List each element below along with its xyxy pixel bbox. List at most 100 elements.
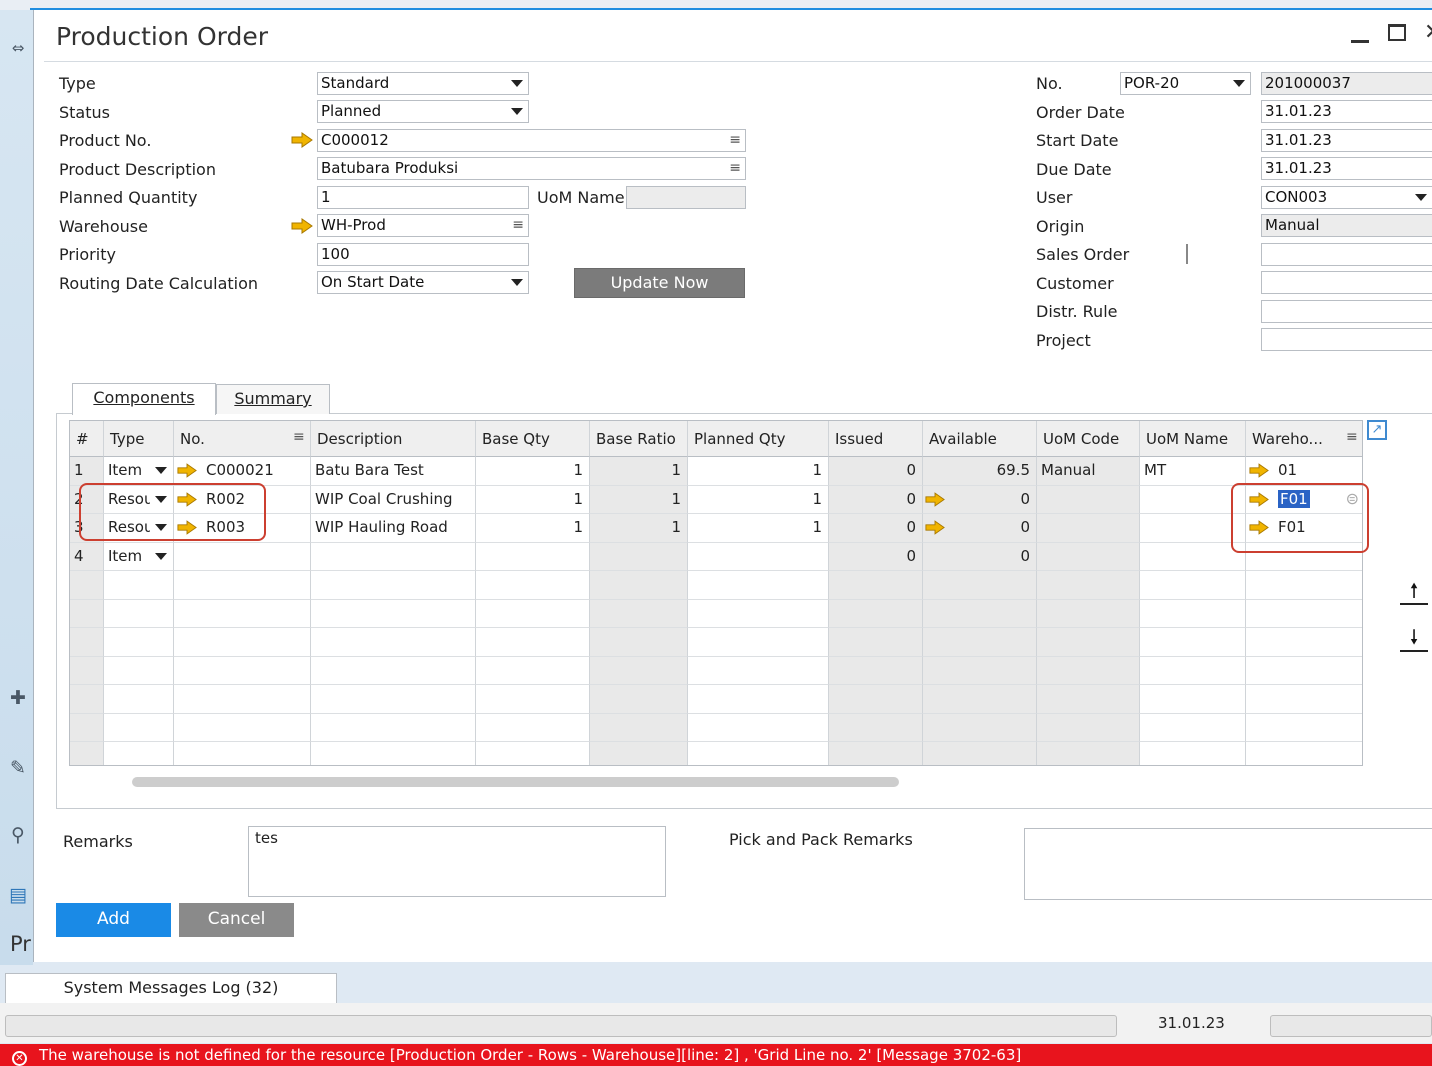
customer-field[interactable] xyxy=(1261,271,1432,294)
grid-cell-planned-qty[interactable] xyxy=(688,713,829,742)
grid-cell-base-qty[interactable]: 1 xyxy=(476,457,590,486)
tab-components[interactable]: Components xyxy=(72,383,216,415)
update-now-button[interactable]: Update Now xyxy=(574,268,745,298)
grid-cell-description[interactable]: WIP Hauling Road xyxy=(311,514,476,543)
warehouse-field[interactable]: WH-Prod ≡ xyxy=(317,214,529,237)
column-menu-icon[interactable]: ≡ xyxy=(293,429,305,445)
grid-cell-no[interactable] xyxy=(174,656,311,685)
grid-cell-planned-qty[interactable] xyxy=(688,628,829,657)
pin-icon[interactable]: ⇔ xyxy=(6,36,30,60)
grid-cell-no[interactable] xyxy=(174,742,311,765)
grid-cell-no[interactable] xyxy=(174,628,311,657)
column-header[interactable]: Type xyxy=(104,421,174,457)
maximize-icon[interactable] xyxy=(1386,22,1410,46)
grid-cell-issued[interactable] xyxy=(829,656,923,685)
sales-order-field[interactable] xyxy=(1261,243,1432,266)
grid-cell-available[interactable] xyxy=(923,656,1037,685)
grid-cell-planned-qty[interactable] xyxy=(688,742,829,765)
link-arrow-icon[interactable] xyxy=(925,520,945,535)
horizontal-scrollbar[interactable] xyxy=(132,777,899,787)
move-row-up-icon[interactable]: 🠕 xyxy=(1400,577,1428,605)
grid-cell-available[interactable] xyxy=(923,685,1037,714)
grid-cell-warehouse[interactable] xyxy=(1246,571,1362,600)
grid-cell-warehouse[interactable]: 01 xyxy=(1246,457,1362,486)
column-header[interactable]: Issued xyxy=(829,421,923,457)
grid-cell-type[interactable] xyxy=(104,571,174,600)
tab-summary[interactable]: Summary xyxy=(216,384,330,414)
column-header[interactable]: Planned Qty xyxy=(688,421,829,457)
routing-date-calculation-select[interactable]: On Start Date xyxy=(317,271,529,294)
grid-cell-warehouse[interactable] xyxy=(1246,657,1362,685)
product-no-link-arrow-icon[interactable] xyxy=(291,132,313,148)
grid-cell-type[interactable]: Item xyxy=(104,457,174,486)
column-header[interactable]: Base Qty xyxy=(476,421,590,457)
grid-cell-base-qty[interactable] xyxy=(476,571,590,600)
column-header[interactable]: Base Ratio xyxy=(590,421,688,457)
grid-cell-available[interactable] xyxy=(923,571,1037,600)
grid-cell-issued[interactable]: 0 xyxy=(829,542,923,571)
grid-cell-uom-name[interactable] xyxy=(1140,599,1246,628)
grid-cell-description[interactable]: Batu Bara Test xyxy=(311,457,476,486)
grid-cell-issued[interactable] xyxy=(829,713,923,742)
type-select[interactable]: Standard xyxy=(317,72,529,95)
report-icon[interactable]: ▤ xyxy=(6,883,30,907)
grid-cell-warehouse[interactable] xyxy=(1246,714,1362,742)
grid-cell-issued[interactable] xyxy=(829,742,923,765)
add-button[interactable]: Add xyxy=(56,903,171,937)
column-header[interactable]: Description xyxy=(311,421,476,457)
grid-cell-base-ratio[interactable] xyxy=(590,599,688,628)
grid-cell-available[interactable] xyxy=(923,713,1037,742)
link-arrow-icon[interactable] xyxy=(177,463,197,478)
grid-cell-uom-code[interactable] xyxy=(1037,713,1140,742)
grid-cell-base-ratio[interactable] xyxy=(590,685,688,714)
grid-cell-available[interactable]: 69.5 xyxy=(923,457,1037,486)
distr-rule-field[interactable] xyxy=(1261,300,1432,323)
grid-cell-uom-name[interactable]: MT xyxy=(1140,457,1246,486)
error-message-bar[interactable]: ✕ The warehouse is not defined for the re… xyxy=(0,1044,1432,1066)
grid-cell-base-ratio[interactable] xyxy=(590,713,688,742)
column-menu-icon[interactable]: ≡ xyxy=(1346,429,1358,445)
grid-cell-warehouse[interactable] xyxy=(1246,742,1362,765)
grid-cell-base-qty[interactable]: 1 xyxy=(476,485,590,514)
dropdown-caret-icon[interactable] xyxy=(155,552,167,560)
grid-cell-planned-qty[interactable] xyxy=(688,656,829,685)
grid-cell-description[interactable]: WIP Coal Crushing xyxy=(311,485,476,514)
remarks-textarea[interactable]: tes xyxy=(248,826,666,897)
grid-cell-base-ratio[interactable] xyxy=(590,656,688,685)
grid-cell-uom-name[interactable] xyxy=(1140,713,1246,742)
grid-cell-uom-code[interactable] xyxy=(1037,628,1140,657)
grid-cell-uom-code[interactable] xyxy=(1037,485,1140,514)
grid-cell-issued[interactable] xyxy=(829,628,923,657)
grid-cell-issued[interactable]: 0 xyxy=(829,485,923,514)
column-header[interactable]: Available xyxy=(923,421,1037,457)
column-header[interactable]: No. xyxy=(174,421,311,457)
column-header[interactable]: UoM Code xyxy=(1037,421,1140,457)
grid-cell-available[interactable]: 0 xyxy=(923,542,1037,571)
warehouse-link-arrow-icon[interactable] xyxy=(291,218,313,234)
grid-cell-uom-name[interactable] xyxy=(1140,542,1246,571)
grid-cell-uom-code[interactable] xyxy=(1037,742,1140,765)
product-description-field[interactable]: Batubara Produksi ≡ xyxy=(317,157,746,180)
grid-cell-warehouse[interactable] xyxy=(1246,628,1362,657)
grid-cell-uom-code[interactable] xyxy=(1037,542,1140,571)
grid-cell-description[interactable] xyxy=(311,685,476,714)
minimize-icon[interactable] xyxy=(1349,22,1371,46)
order-date-field[interactable]: 31.01.23 xyxy=(1261,100,1432,123)
grid-cell-description[interactable] xyxy=(311,571,476,600)
grid-cell-uom-code[interactable] xyxy=(1037,514,1140,543)
dropdown-caret-icon[interactable] xyxy=(155,467,167,474)
link-arrow-icon[interactable] xyxy=(925,491,945,507)
grid-cell-uom-name[interactable] xyxy=(1140,571,1246,600)
grid-cell-no[interactable] xyxy=(174,685,311,714)
grid-cell-uom-name[interactable] xyxy=(1140,628,1246,657)
grid-cell-base-ratio[interactable]: 1 xyxy=(590,514,688,543)
grid-cell-description[interactable] xyxy=(311,628,476,657)
due-date-field[interactable]: 31.01.23 xyxy=(1261,157,1432,180)
planned-quantity-field[interactable]: 1 xyxy=(317,186,529,209)
grid-cell-planned-qty[interactable] xyxy=(688,685,829,714)
grid-cell-base-ratio[interactable] xyxy=(590,628,688,657)
cancel-button[interactable]: Cancel xyxy=(179,903,294,937)
grid-cell-base-qty[interactable] xyxy=(476,656,590,685)
grid-cell-available[interactable] xyxy=(923,628,1037,657)
grid-cell-uom-code[interactable]: Manual xyxy=(1037,457,1140,486)
